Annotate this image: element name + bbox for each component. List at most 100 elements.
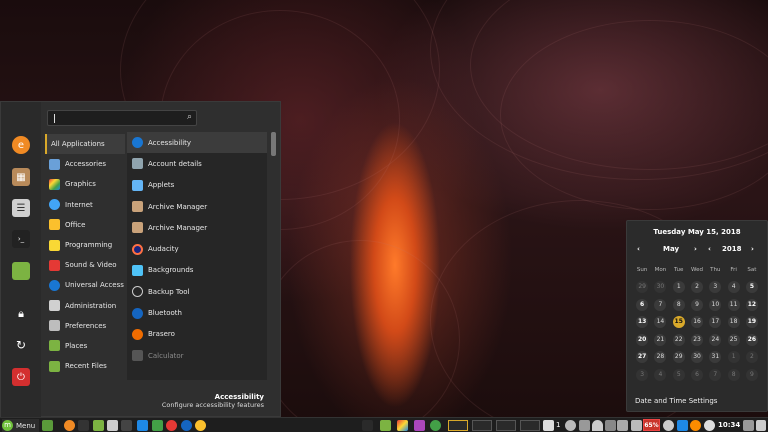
calendar-day[interactable]: 20 [633,333,651,346]
network-icon[interactable] [617,420,628,431]
firefox-icon[interactable]: e [12,136,30,154]
logout-icon[interactable]: ↻ [12,336,30,354]
calendar-day[interactable]: 21 [651,333,669,346]
app-brasero[interactable]: Brasero [127,324,267,345]
category-office[interactable]: Office [45,215,125,235]
calendar-day[interactable]: 1 [670,281,688,294]
calendar-day[interactable]: 4 [724,281,742,294]
calendar-day[interactable]: 29 [633,281,651,294]
app-audacity[interactable]: Audacity [127,238,267,259]
calendar-day[interactable]: 28 [651,351,669,364]
wifi-icon[interactable] [592,420,603,431]
calendar-day[interactable]: 3 [633,368,651,381]
workspace-2[interactable] [472,420,492,431]
calendar-day[interactable]: 17 [706,316,724,329]
calendar-day[interactable]: 27 [633,351,651,364]
app-archive-manager[interactable]: Archive Manager [127,196,267,217]
next-month-button[interactable]: › [694,245,697,253]
system-monitor-launcher-icon[interactable] [121,420,132,431]
settings-launcher-icon[interactable] [137,420,148,431]
app-bluetooth[interactable]: Bluetooth [127,302,267,323]
category-places[interactable]: Places [45,336,125,356]
workspace-4[interactable] [520,420,540,431]
calendar-day[interactable]: 24 [706,333,724,346]
calendar-day[interactable]: 8 [724,368,742,381]
calendar-day[interactable]: 9 [688,298,706,311]
power-icon[interactable]: ⏻ [12,368,30,386]
show-desktop-icon[interactable] [42,420,53,431]
app-account-details[interactable]: Account details [127,153,267,174]
calendar-day[interactable]: 26 [743,333,761,346]
calendar-day[interactable]: 12 [743,298,761,311]
calendar-day[interactable]: 7 [706,368,724,381]
calendar-day[interactable]: 7 [651,298,669,311]
calendar-day[interactable]: 2 [743,351,761,364]
calendar-day[interactable]: 3 [706,281,724,294]
chrome-launcher-icon[interactable] [166,420,177,431]
category-recent-files[interactable]: Recent Files [45,356,125,376]
archive-icon[interactable]: ▦ [12,168,30,186]
bluetooth-tray-icon[interactable] [605,420,616,431]
firefox-launcher-icon[interactable] [64,420,75,431]
calendar-day[interactable]: 18 [724,316,742,329]
folder-icon[interactable] [12,262,30,280]
calendar-day[interactable]: 22 [670,333,688,346]
calendar-day[interactable]: 25 [724,333,742,346]
calendar-day[interactable]: 6 [633,298,651,311]
menu-button[interactable]: m Menu [2,419,40,432]
terminal-icon[interactable]: ›_ [12,230,30,248]
workspace-3[interactable] [496,420,516,431]
lock-icon[interactable]: 🔒︎ [12,305,30,323]
software-launcher-icon[interactable] [152,420,163,431]
prev-month-button[interactable]: ‹ [637,245,640,253]
calendar-day[interactable]: 5 [670,368,688,381]
category-accessories[interactable]: Accessories [45,154,125,174]
category-universal-access[interactable]: Universal Access [45,275,125,295]
app-archive-manager-2[interactable]: Archive Manager [127,217,267,238]
category-all-applications[interactable]: All Applications [45,134,125,155]
user-icon[interactable] [565,420,576,431]
calendar-day[interactable]: 4 [651,368,669,381]
calendar-day[interactable]: 31 [706,351,724,364]
calendar-day[interactable]: 13 [633,316,651,329]
app-list-scrollbar[interactable] [271,132,276,156]
files-launcher-icon[interactable] [93,420,104,431]
calendar-day[interactable]: 2 [688,281,706,294]
image-viewer-window-icon[interactable] [414,420,425,431]
calendar-day[interactable]: 14 [651,316,669,329]
notifications-icon[interactable] [543,420,554,431]
settings-icon[interactable]: ☰ [12,199,30,217]
trash-icon[interactable] [631,420,642,431]
app-applets[interactable]: Applets [127,175,267,196]
search-input[interactable]: ⌕ [47,110,197,126]
clipboard-icon[interactable] [579,420,590,431]
calendar-day[interactable]: 8 [670,298,688,311]
category-internet[interactable]: Internet [45,195,125,215]
power-tray-icon[interactable] [704,420,715,431]
category-sound-video[interactable]: Sound & Video [45,255,125,275]
weather-icon[interactable] [690,420,701,431]
calendar-day[interactable]: 5 [743,281,761,294]
category-graphics[interactable]: Graphics [45,174,125,194]
terminal-window-icon[interactable] [362,420,373,431]
date-time-settings-link[interactable]: Date and Time Settings [635,397,717,405]
app-backgrounds[interactable]: Backgrounds [127,260,267,281]
next-year-button[interactable]: › [751,245,754,253]
workspace-1[interactable] [448,420,468,431]
screen-icon[interactable] [743,420,754,431]
calendar-day[interactable]: 6 [688,368,706,381]
terminal-launcher-icon[interactable] [78,420,89,431]
calendar-day[interactable]: 29 [670,351,688,364]
category-administration[interactable]: Administration [45,296,125,316]
calendar-day[interactable]: 19 [743,316,761,329]
chrome-window-icon[interactable] [430,420,441,431]
calendar-day[interactable]: 16 [688,316,706,329]
calendar-day[interactable]: 10 [706,298,724,311]
calendar-day[interactable]: 23 [688,333,706,346]
panel-clock[interactable]: 10:34 [718,421,740,429]
files-window-icon[interactable] [380,420,391,431]
graphics-window-icon[interactable] [397,420,408,431]
battery-indicator[interactable]: 65% [643,419,660,431]
calendar-day[interactable]: 1 [724,351,742,364]
calendar-day-today[interactable]: 15 [670,316,688,329]
